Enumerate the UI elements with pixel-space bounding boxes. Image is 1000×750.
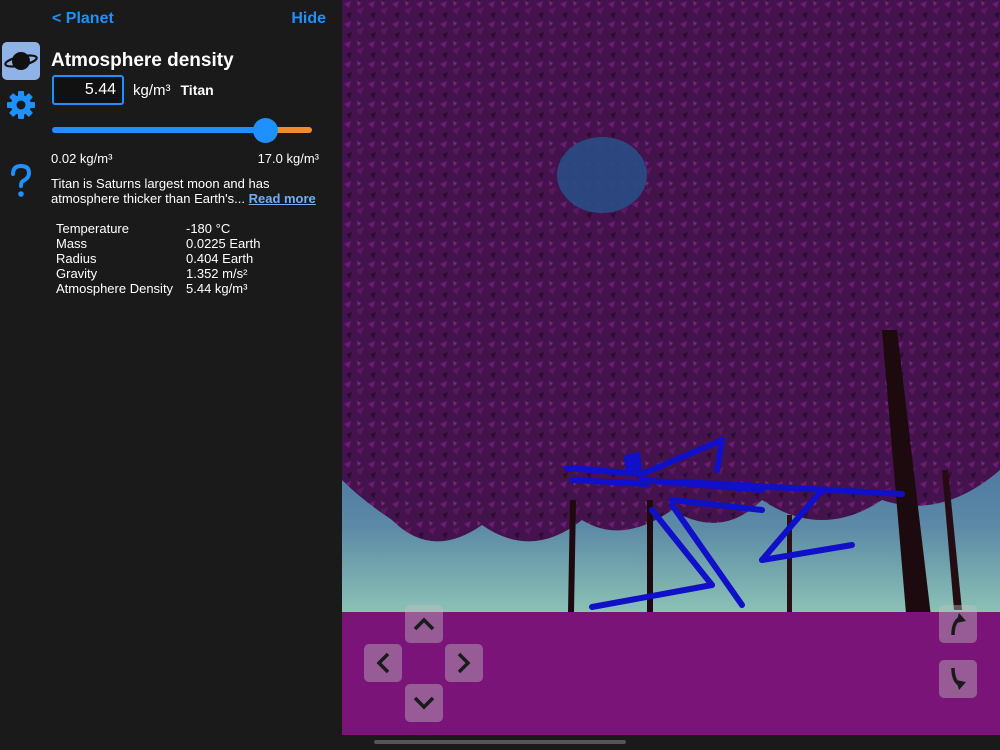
planet-icon	[4, 52, 38, 70]
camera-up-button[interactable]	[939, 605, 977, 643]
property-name: Temperature	[56, 221, 129, 236]
sidebar-rail	[0, 0, 42, 750]
move-forward-button[interactable]	[405, 605, 443, 643]
property-name: Atmosphere Density	[56, 281, 174, 296]
move-left-button[interactable]	[364, 644, 402, 682]
move-right-button[interactable]	[445, 644, 483, 682]
sky-gap	[557, 137, 647, 213]
property-row: Mass 0.0225 Earth	[56, 236, 260, 251]
chevron-right-icon	[457, 652, 471, 674]
creature-head	[624, 452, 642, 474]
slider-min-label: 0.02 kg/m³	[51, 151, 113, 166]
unit-label: kg/m³	[133, 81, 171, 99]
property-row: Gravity 1.352 m/s²	[56, 266, 260, 281]
help-tab-button[interactable]	[2, 162, 40, 200]
curved-arrow-down-icon	[951, 667, 966, 690]
hide-button[interactable]: Hide	[291, 10, 326, 30]
property-value: 1.352 m/s²	[186, 266, 248, 281]
camera-down-button[interactable]	[939, 660, 977, 698]
value-row: kg/m³ Titan	[52, 75, 214, 105]
property-name: Gravity	[56, 266, 98, 281]
property-value: 0.404 Earth	[186, 251, 254, 266]
panel-nav: < Planet Hide	[52, 10, 326, 30]
property-name: Radius	[56, 251, 97, 266]
slider-max-label: 17.0 kg/m³	[257, 151, 319, 166]
planet-tab-button[interactable]	[2, 42, 40, 80]
planet-name: Titan	[180, 82, 214, 98]
density-value-input[interactable]	[52, 75, 124, 105]
help-icon	[11, 163, 32, 197]
planet-properties-table: Temperature -180 °C Mass 0.0225 Earth Radi…	[56, 221, 260, 296]
property-value: -180 °C	[186, 221, 231, 236]
chevron-down-icon	[413, 696, 435, 710]
chevron-up-icon	[413, 617, 435, 631]
parameter-title: Atmosphere density	[51, 50, 234, 71]
density-slider[interactable]	[52, 118, 312, 143]
planet-description: Titan is Saturns largest moon and has at…	[51, 176, 331, 206]
move-back-button[interactable]	[405, 684, 443, 722]
settings-tab-button[interactable]	[2, 86, 40, 124]
read-more-link[interactable]: Read more	[249, 191, 316, 206]
home-indicator[interactable]	[374, 740, 626, 744]
property-row: Atmosphere Density 5.44 kg/m³	[56, 281, 260, 296]
back-button[interactable]: < Planet	[52, 10, 114, 30]
chevron-left-icon	[376, 652, 390, 674]
tree-trunk	[647, 500, 653, 618]
property-name: Mass	[56, 236, 88, 251]
description-text: Titan is Saturns largest moon and has at…	[51, 176, 270, 206]
scene-viewport[interactable]	[342, 0, 1000, 735]
curved-arrow-up-icon	[951, 613, 966, 636]
planet-settings-panel: < Planet Hide Atmosphere density kg/m³ T…	[42, 0, 342, 750]
slider-track-filled	[52, 127, 265, 133]
property-value: 0.0225 Earth	[186, 236, 261, 251]
property-row: Temperature -180 °C	[56, 221, 260, 236]
slider-thumb[interactable]	[253, 118, 278, 143]
property-row: Radius 0.404 Earth	[56, 251, 260, 266]
property-value: 5.44 kg/m³	[186, 281, 248, 296]
slider-range-labels: 0.02 kg/m³ 17.0 kg/m³	[51, 151, 319, 166]
gear-icon	[7, 91, 35, 119]
